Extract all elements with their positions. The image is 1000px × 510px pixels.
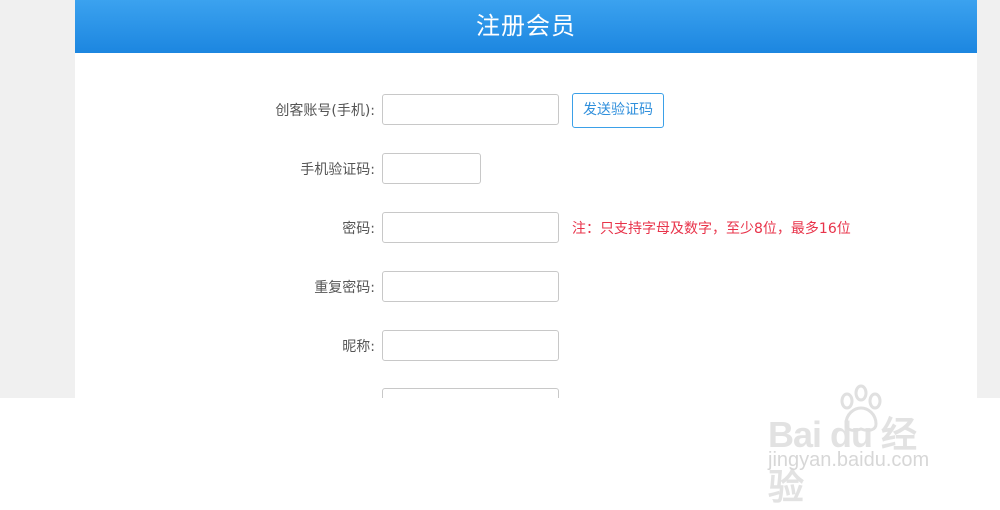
partial-field-input[interactable]: [382, 388, 559, 398]
watermark-url: jingyan.baidu.com: [768, 449, 930, 471]
send-code-button[interactable]: 发送验证码: [572, 93, 664, 128]
account-input[interactable]: [382, 94, 559, 125]
confirm-password-label: 重复密码:: [314, 280, 375, 296]
sms-code-input[interactable]: [382, 153, 481, 184]
baidu-jingyan-watermark: Bai du 经验 jingyan.baidu.com: [768, 383, 948, 507]
nickname-input[interactable]: [382, 330, 559, 361]
registration-panel: 注册会员 创客账号(手机): 发送验证码 手机验证码: 密码: 注：只支持字母及…: [75, 0, 977, 398]
registration-screen: 注册会员 创客账号(手机): 发送验证码 手机验证码: 密码: 注：只支持字母及…: [0, 0, 1000, 398]
confirm-password-input[interactable]: [382, 271, 559, 302]
password-input[interactable]: [382, 212, 559, 243]
password-label: 密码:: [342, 221, 375, 237]
page-title: 注册会员: [75, 0, 977, 53]
sms-code-label: 手机验证码:: [300, 162, 375, 178]
password-rule-note: 注：只支持字母及数字，至少8位，最多16位: [572, 221, 851, 237]
account-label: 创客账号(手机):: [275, 103, 375, 119]
nickname-label: 昵称:: [342, 339, 375, 355]
baidu-paw-icon: [840, 384, 882, 432]
